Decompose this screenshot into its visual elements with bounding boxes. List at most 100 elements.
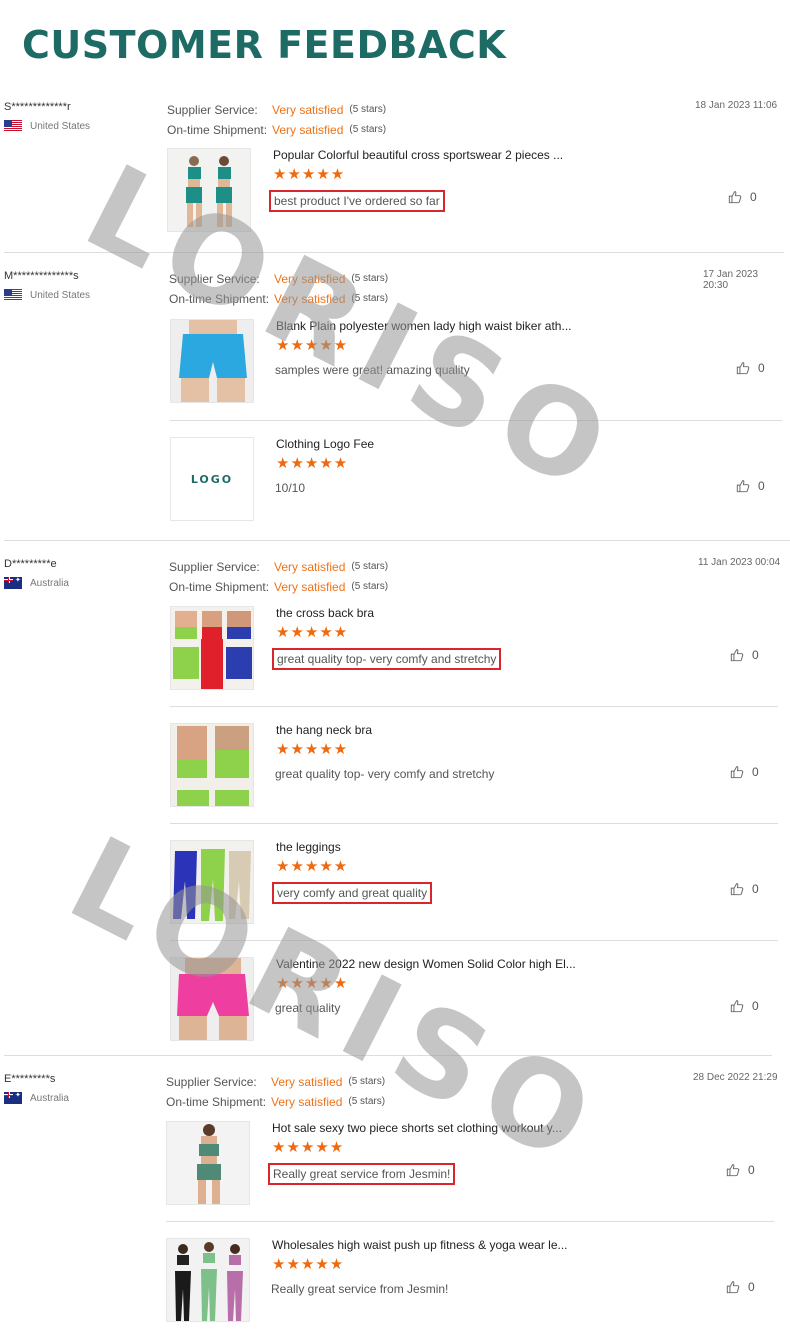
reviewer-name: M**************s [4,270,79,282]
shipment-rating: Very satisfied [272,123,344,137]
page-title: CUSTOMER FEEDBACK [22,23,507,67]
au-flag-icon [4,1092,22,1104]
star-rating: ★★★★★ [276,455,349,472]
shipment-label: On-time Shipment: [169,580,270,594]
shipment-rating: Very satisfied [274,580,346,594]
reviewer-country: Australia [4,577,154,589]
product-title[interactable]: Blank Plain polyester women lady high wa… [276,319,571,333]
product-title[interactable]: the hang neck bra [276,723,372,737]
review-date: 11 Jan 2023 00:04 [698,557,781,568]
star-rating: ★★★★★ [273,166,346,183]
product-image-green-shorts-set[interactable] [166,1121,250,1205]
thumbs-up-icon [736,480,750,493]
ratings-block: Supplier Service: Very satisfied (5 stars)… [169,269,388,309]
review-divider [4,252,784,253]
reviewer-country: Australia [4,1092,154,1104]
review-date: 17 Jan 2023 20:30 [703,269,759,291]
product-title[interactable]: Hot sale sexy two piece shorts set cloth… [272,1121,562,1135]
shipment-label: On-time Shipment: [166,1095,267,1109]
review-divider [4,1055,772,1056]
shipment-rating: Very satisfied [274,292,346,306]
review-comment: great quality [275,1001,341,1015]
reviewer-info: E*********s Australia [4,1072,154,1104]
product-title[interactable]: Wholesales high waist push up fitness & … [272,1238,568,1252]
review-item: Blank Plain polyester women lady high wa… [170,319,770,409]
thumbs-up-icon [730,883,744,896]
product-image-hang-neck-bra[interactable] [170,723,254,807]
item-divider [170,940,778,941]
country-label: United States [30,289,91,301]
country-label: Australia [30,577,69,589]
review-date: 28 Dec 2022 21:29 [693,1072,778,1083]
review-comment: great quality top- very comfy and stretc… [272,648,502,670]
thumbs-up-icon [726,1164,740,1177]
supplier-service-label: Supplier Service: [169,560,260,574]
reviewer-name: D*********e [4,558,57,570]
reviewer-country: United States [4,289,154,301]
like-count: 0 [752,882,759,896]
au-flag-icon [4,577,22,589]
country-label: Australia [30,1092,69,1104]
like-button[interactable]: 0 [730,882,759,896]
like-button[interactable]: 0 [730,999,759,1013]
review-item: LOGO Clothing Logo Fee ★★★★★ 10/10 0 [170,437,770,527]
supplier-rating: Very satisfied [274,560,346,574]
like-count: 0 [758,479,765,493]
thumbs-up-icon [736,362,750,375]
like-button[interactable]: 0 [728,190,757,204]
product-title[interactable]: the leggings [276,840,341,854]
like-button[interactable]: 0 [736,361,765,375]
shipment-stars-count: (5 stars) [351,293,389,304]
review-divider [4,540,790,541]
supplier-rating: Very satisfied [272,103,344,117]
star-rating: ★★★★★ [276,741,349,758]
us-flag-icon [4,289,22,301]
review-item: the leggings ★★★★★ very comfy and great … [170,840,770,930]
product-image-yoga-leggings-group[interactable] [166,1238,250,1322]
star-rating: ★★★★★ [276,975,349,992]
like-count: 0 [752,765,759,779]
product-title[interactable]: the cross back bra [276,606,374,620]
review-item: Hot sale sexy two piece shorts set cloth… [166,1121,766,1211]
product-image-teal-sportswear-set[interactable] [167,148,251,232]
like-button[interactable]: 0 [726,1280,755,1294]
product-title[interactable]: Clothing Logo Fee [276,437,374,451]
supplier-rating: Very satisfied [274,272,346,286]
like-button[interactable]: 0 [730,765,759,779]
item-divider [170,420,782,421]
star-rating: ★★★★★ [276,337,349,354]
country-label: United States [30,120,91,132]
product-title[interactable]: Popular Colorful beautiful cross sportsw… [273,148,563,162]
review-item: the hang neck bra ★★★★★ great quality to… [170,723,770,813]
like-count: 0 [752,999,759,1013]
star-rating: ★★★★★ [272,1139,345,1156]
supplier-stars-count: (5 stars) [351,561,389,572]
review-comment: Really great service from Jesmin! [271,1282,449,1296]
product-image-cross-back-bra[interactable] [170,606,254,690]
reviewer-name: S*************r [4,101,71,113]
item-divider [170,706,778,707]
like-count: 0 [752,648,759,662]
star-rating: ★★★★★ [272,1256,345,1273]
product-image-blue-biker-shorts[interactable] [170,319,254,403]
like-button[interactable]: 0 [730,648,759,662]
us-flag-icon [4,120,22,132]
review-comment: samples were great! amazing quality [275,363,470,377]
product-image-pink-shorts[interactable] [170,957,254,1041]
star-rating: ★★★★★ [276,624,349,641]
product-image-leggings[interactable] [170,840,254,924]
supplier-service-label: Supplier Service: [169,272,260,286]
review-comment: Really great service from Jesmin! [268,1163,456,1185]
review-item: the cross back bra ★★★★★ great quality t… [170,606,770,696]
like-count: 0 [748,1280,755,1294]
like-button[interactable]: 0 [736,479,765,493]
like-button[interactable]: 0 [726,1163,755,1177]
product-title[interactable]: Valentine 2022 new design Women Solid Co… [276,957,576,971]
shipment-stars-count: (5 stars) [349,124,387,135]
ratings-block: Supplier Service: Very satisfied (5 stars)… [169,557,388,597]
supplier-stars-count: (5 stars) [351,273,389,284]
thumbs-up-icon [730,766,744,779]
product-image-logo-tile[interactable]: LOGO [170,437,254,521]
review-comment: 10/10 [275,481,306,495]
shipment-label: On-time Shipment: [167,123,268,137]
